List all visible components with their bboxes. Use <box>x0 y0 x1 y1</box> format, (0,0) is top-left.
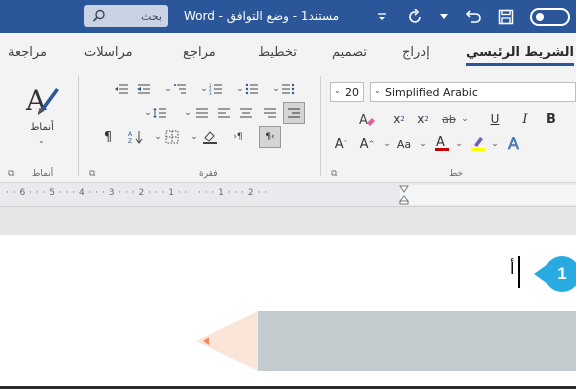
chevron-down-icon[interactable]: ⌄ <box>267 80 285 98</box>
redo-dropdown-icon[interactable] <box>440 7 448 27</box>
indent-marker-icon[interactable] <box>398 185 410 205</box>
rtl-paragraph-icon[interactable]: ¶‹ <box>259 126 281 148</box>
change-case-button[interactable]: Aa <box>392 134 416 154</box>
paragraph-group-label: فقرة <box>199 169 218 179</box>
svg-text:A: A <box>436 135 445 150</box>
save-icon[interactable] <box>496 7 516 27</box>
highlight-color-icon[interactable] <box>468 132 488 154</box>
chevron-down-icon: ⌄ <box>38 136 45 145</box>
align-justify-icon[interactable] <box>261 104 279 122</box>
svg-text:A: A <box>25 84 47 117</box>
horizontal-ruler[interactable]: · · 6 · · · 5 · · · 4 · · · 3 · · · 2 · … <box>0 183 576 207</box>
font-group-label: خط <box>449 169 464 179</box>
ltr-paragraph-icon[interactable]: ›¶ <box>229 128 247 146</box>
align-right-icon[interactable] <box>283 102 305 124</box>
customize-qat-icon[interactable] <box>372 7 392 27</box>
chevron-down-icon[interactable]: ⌄ <box>231 80 249 98</box>
sort-icon[interactable]: AZ <box>127 128 145 146</box>
styles-icon: A <box>25 84 59 117</box>
styles-button-label: أنماط <box>30 122 54 133</box>
highlight-band <box>258 311 576 371</box>
typed-text: أ <box>510 259 515 278</box>
tab-references[interactable]: مراجع <box>183 45 216 60</box>
redo-icon[interactable] <box>406 7 426 27</box>
tab-insert[interactable]: إدراج <box>402 45 430 60</box>
undo-icon[interactable] <box>462 7 482 27</box>
subscript-button[interactable]: x2 <box>414 110 432 128</box>
document-canvas-gap <box>0 207 576 235</box>
font-size-select[interactable]: ⌄ 20 <box>330 82 364 102</box>
chevron-down-icon[interactable]: ⌄ <box>418 134 428 154</box>
svg-text:A: A <box>128 131 133 138</box>
tab-home[interactable]: الشريط الرئيسي <box>466 45 574 66</box>
subscript-label: x <box>417 112 425 126</box>
italic-button[interactable]: I <box>516 110 534 128</box>
bold-button[interactable]: B <box>542 110 560 128</box>
styles-group-label: أنماط <box>32 169 54 179</box>
chevron-down-icon[interactable]: ⌄ <box>454 134 464 154</box>
search-label: بحث <box>141 9 162 23</box>
svg-text:Z: Z <box>128 138 132 144</box>
line-spacing-icon[interactable] <box>151 104 169 122</box>
font-size-value: 20 <box>345 85 359 99</box>
chevron-down-icon[interactable]: ⌄ <box>382 134 392 154</box>
step-number-badge: 1 <box>544 256 576 292</box>
underline-button[interactable]: U <box>486 110 504 128</box>
ruler-marks: · · 6 · · · 5 · · · 4 · · · 3 · · · 2 · … <box>6 188 268 198</box>
text-effects-icon[interactable]: A <box>504 132 526 154</box>
tab-design[interactable]: تصميم <box>332 45 367 60</box>
decrease-indent-icon[interactable] <box>135 80 153 98</box>
ribbon: A أنماط ⌄ ⧉ أنماط ⌄ 1 2 3 ⌄ ⌄ ⌄ ⌄ ⌄ ¶ A … <box>0 70 576 183</box>
font-color-icon[interactable]: A <box>432 132 452 154</box>
align-center-icon[interactable] <box>237 104 255 122</box>
grow-font-label: A <box>359 136 369 152</box>
strikethrough-button[interactable]: ab <box>438 110 460 128</box>
chevron-down-icon: ⌄ <box>334 86 341 95</box>
font-name-value: Simplified Arabic <box>385 85 478 99</box>
chevron-down-icon[interactable]: ⌄ <box>195 80 213 98</box>
styles-launcher-icon[interactable]: ⧉ <box>8 169 14 179</box>
ruler-active-region <box>400 185 576 205</box>
search-box[interactable]: بحث <box>84 5 168 27</box>
paragraph-launcher-icon[interactable]: ⧉ <box>89 169 95 179</box>
word-window: بحث مستند1 - وضع التوافق - Word مراجعة م… <box>0 0 576 389</box>
chevron-down-icon: ⌄ <box>374 86 381 95</box>
shading-icon[interactable] <box>201 128 219 146</box>
document-page[interactable]: أ 1 <box>0 235 576 389</box>
shrink-font-label: A <box>334 136 344 152</box>
chevron-down-icon[interactable]: ⌄ <box>159 80 177 98</box>
chevron-down-icon[interactable]: ⌄ <box>460 110 470 128</box>
rtl-direction-icon[interactable] <box>113 80 131 98</box>
ribbon-tabs: مراجعة مراسلات مراجع تخطيط تصميم إدراج ا… <box>0 33 576 70</box>
styles-group: A أنماط ⌄ ⧉ أنماط <box>0 70 78 183</box>
tab-mailings[interactable]: مراسلات <box>84 45 133 60</box>
font-name-select[interactable]: ⌄ Simplified Arabic <box>370 82 576 102</box>
autosave-toggle[interactable] <box>530 7 570 26</box>
align-left-icon[interactable] <box>215 104 233 122</box>
grow-font-button[interactable]: A ^ <box>356 134 378 154</box>
title-bar: بحث مستند1 - وضع التوافق - Word <box>0 0 576 33</box>
document-title: مستند1 - وضع التوافق - Word <box>184 9 340 23</box>
shrink-font-button[interactable]: Aˇ <box>330 134 352 154</box>
tab-review[interactable]: مراجعة <box>8 45 47 60</box>
superscript-button[interactable]: x2 <box>390 110 408 128</box>
search-icon <box>92 9 105 22</box>
chevron-down-icon[interactable]: ⌄ <box>490 134 500 154</box>
clear-formatting-icon[interactable]: A <box>356 110 378 128</box>
paragraph-group: ⌄ 123 ⌄ ⌄ ⌄ ⌄ ⌄ ¶ A Z ⌄ ⌄ ›¶ ¶‹ ⧉ فقرة <box>79 70 319 183</box>
pointer-arrow-icon <box>203 337 209 345</box>
svg-text:A: A <box>508 134 519 152</box>
borders-icon[interactable] <box>163 128 181 146</box>
svg-text:A: A <box>359 113 368 127</box>
font-launcher-icon[interactable]: ⧉ <box>331 169 337 179</box>
tab-layout[interactable]: تخطيط <box>258 45 297 60</box>
superscript-label: x <box>393 112 401 126</box>
justify-icon[interactable] <box>193 104 211 122</box>
text-caret <box>518 256 520 288</box>
styles-button[interactable]: A أنماط ⌄ <box>22 80 62 145</box>
show-marks-icon[interactable]: ¶ <box>99 128 117 146</box>
quick-access-toolbar <box>372 0 576 33</box>
